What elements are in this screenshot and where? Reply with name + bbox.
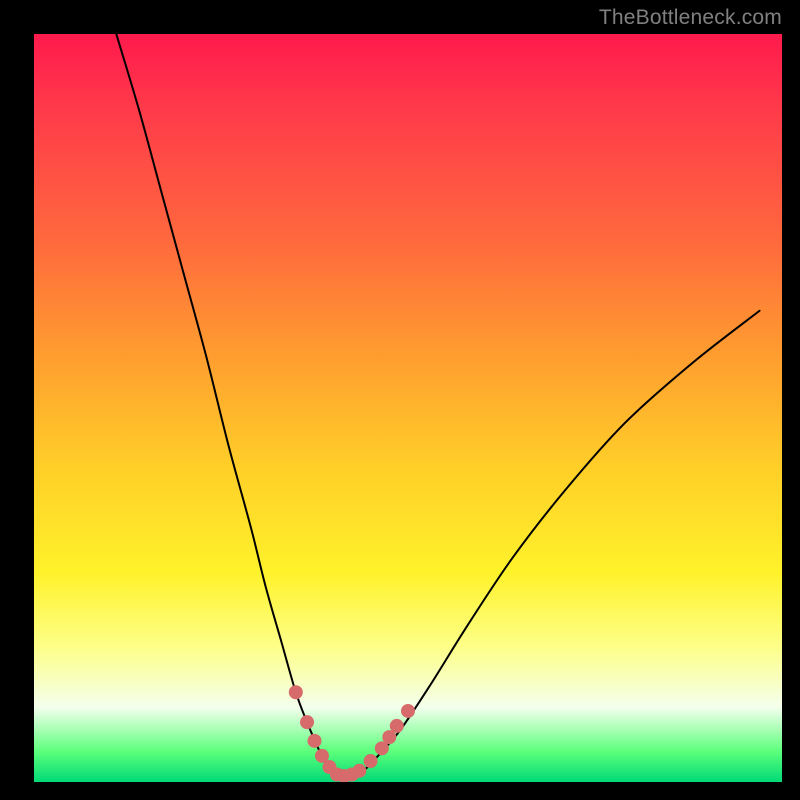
chart-frame: TheBottleneck.com [0,0,800,800]
plot-area [34,34,782,782]
highlight-marker [308,734,322,748]
marker-layer [34,34,782,782]
highlight-marker [401,704,415,718]
highlight-marker-group [289,685,415,782]
highlight-marker [364,754,378,768]
highlight-marker [289,685,303,699]
highlight-marker [300,715,314,729]
highlight-marker [390,719,404,733]
highlight-marker [352,764,366,778]
watermark-text: TheBottleneck.com [599,6,782,30]
